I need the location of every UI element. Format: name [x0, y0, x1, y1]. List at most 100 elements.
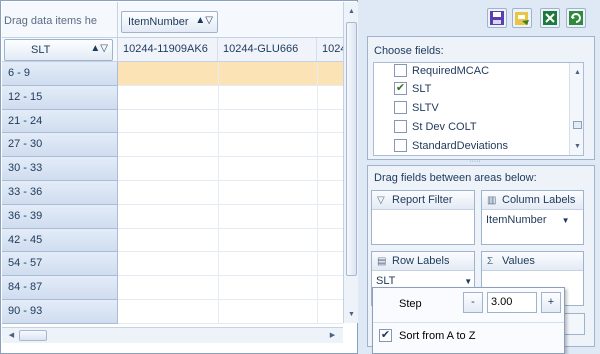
field-item-slt[interactable]: ✔ SLT — [394, 79, 431, 98]
data-row[interactable] — [118, 299, 343, 324]
row-labels-header: ▤ Row Labels — [372, 252, 474, 271]
sort-a-to-z-label[interactable]: Sort from A to Z — [399, 330, 475, 342]
report-filter-header: ▽ Report Filter — [372, 191, 474, 210]
field-checkbox-checked[interactable]: ✔ — [394, 82, 407, 95]
data-row[interactable] — [118, 133, 343, 158]
field-list-scroll-thumb[interactable] — [573, 121, 582, 129]
column-field-chip-itemnumber[interactable]: ItemNumber ▲▽ — [121, 11, 218, 33]
chevron-down-icon[interactable]: ▼ — [562, 216, 570, 225]
row-labels-item-label: SLT — [376, 275, 396, 287]
column-labels-zone[interactable]: ▥ Column Labels ItemNumber ▼ — [481, 190, 584, 245]
scroll-left-icon[interactable]: ◀ — [4, 328, 19, 343]
horizontal-scrollbar[interactable]: ◀ ▶ — [2, 327, 343, 343]
filter-icon: ▽ — [377, 195, 385, 206]
refresh-button[interactable] — [566, 8, 586, 28]
drag-data-area: Drag data items he — [2, 2, 118, 38]
field-label: St Dev COLT — [412, 120, 477, 133]
splitter-grip-icon[interactable]: ····· — [460, 158, 490, 165]
values-label: Values — [502, 255, 535, 267]
row-header[interactable]: 42 - 45 — [2, 228, 118, 253]
column-labels-icon: ▥ — [487, 195, 497, 206]
choose-fields-title: Choose fields: — [374, 45, 444, 57]
row-field-chip-slt[interactable]: SLT ▲▽ — [4, 39, 113, 61]
row-header[interactable]: 90 - 93 — [2, 299, 118, 324]
field-checkbox[interactable] — [394, 101, 407, 114]
row-header[interactable]: 12 - 15 — [2, 85, 118, 110]
column-values-header: 10244-11909AK6 10244-GLU666 10244 — [118, 38, 343, 62]
sigma-icon: Σ — [487, 256, 494, 267]
sort-filter-icon[interactable]: ▲▽ — [195, 15, 213, 26]
data-row[interactable] — [118, 157, 343, 181]
data-row[interactable] — [118, 109, 343, 134]
scroll-up-icon[interactable]: ▲ — [344, 4, 359, 19]
field-item-sltv[interactable]: SLTV — [394, 98, 439, 117]
step-increment-button[interactable]: + — [541, 292, 561, 313]
row-labels-label: Row Labels — [392, 255, 450, 267]
step-input[interactable]: 3.00 — [487, 292, 537, 313]
field-item-requiredmcac[interactable]: RequiredMCAC — [394, 63, 489, 80]
areas-title: Drag fields between areas below: — [374, 172, 537, 184]
save-layout-icon — [515, 12, 529, 25]
row-header[interactable]: 84 - 87 — [2, 276, 118, 300]
field-list[interactable]: RequiredMCAC ✔ SLT SLTV St Dev COLT Stand… — [373, 62, 584, 156]
row-header[interactable]: 54 - 57 — [2, 252, 118, 277]
step-label: Step — [399, 298, 422, 310]
row-header[interactable]: 27 - 30 — [2, 133, 118, 158]
column-value-header[interactable]: 10244-11909AK6 — [118, 38, 218, 61]
pivot-grid[interactable]: Drag data items he ItemNumber ▲▽ SLT ▲▽ … — [0, 0, 358, 354]
vertical-scrollbar[interactable]: ▲ ▼ — [343, 2, 358, 323]
field-list-scrollbar[interactable]: ▲ ▼ — [569, 63, 583, 155]
data-row[interactable] — [118, 180, 343, 205]
save-layout-button[interactable] — [512, 8, 532, 28]
values-header: Σ Values — [482, 252, 583, 271]
field-checkbox[interactable] — [394, 120, 407, 133]
field-checkbox[interactable] — [394, 139, 407, 152]
row-field-area: SLT ▲▽ — [2, 38, 118, 62]
column-labels-item[interactable]: ItemNumber ▼ — [486, 214, 570, 226]
vertical-scroll-thumb[interactable] — [346, 22, 357, 276]
field-label: SLT — [412, 82, 432, 95]
step-stepper: - 3.00 + — [463, 292, 561, 313]
save-icon — [490, 11, 504, 25]
scroll-right-icon[interactable]: ▶ — [325, 328, 340, 343]
column-value-header[interactable]: 10244 — [317, 38, 343, 61]
field-item-st-dev-colt[interactable]: St Dev COLT — [394, 117, 477, 136]
field-label: SLTV — [412, 101, 439, 114]
report-filter-zone[interactable]: ▽ Report Filter — [371, 190, 475, 245]
data-row[interactable] — [118, 228, 343, 253]
row-headers: 6 - 9 12 - 15 21 - 24 27 - 30 30 - 33 33… — [2, 62, 118, 324]
row-labels-item[interactable]: SLT ▼ — [376, 275, 472, 287]
export-excel-button[interactable] — [540, 8, 560, 28]
sort-filter-icon[interactable]: ▲▽ — [90, 43, 108, 54]
scroll-down-icon[interactable]: ▼ — [570, 139, 583, 154]
column-labels-header: ▥ Column Labels — [482, 191, 583, 210]
report-filter-label: Report Filter — [392, 194, 453, 206]
export-excel-icon — [543, 11, 557, 25]
horizontal-scroll-thumb[interactable] — [19, 330, 47, 341]
chevron-down-icon[interactable]: ▼ — [464, 277, 472, 286]
field-checkbox[interactable] — [394, 64, 407, 77]
column-field-area: ItemNumber ▲▽ — [118, 2, 343, 38]
data-row[interactable] — [118, 62, 343, 86]
data-row[interactable] — [118, 85, 343, 110]
update-button[interactable] — [563, 313, 585, 335]
data-row[interactable] — [118, 204, 343, 229]
save-button[interactable] — [487, 8, 507, 28]
column-field-label: ItemNumber — [128, 16, 189, 28]
row-header[interactable]: 21 - 24 — [2, 109, 118, 134]
field-item-standarddeviations[interactable]: StandardDeviations — [394, 136, 508, 155]
column-value-header[interactable]: 10244-GLU666 — [218, 38, 317, 61]
row-header[interactable]: 30 - 33 — [2, 157, 118, 181]
data-row[interactable] — [118, 276, 343, 300]
row-header[interactable]: 6 - 9 — [2, 62, 118, 86]
data-row[interactable] — [118, 252, 343, 277]
scroll-up-icon[interactable]: ▲ — [570, 65, 583, 80]
row-field-label: SLT — [31, 44, 51, 56]
column-labels-item-label: ItemNumber — [486, 214, 547, 226]
scroll-down-icon[interactable]: ▼ — [344, 307, 359, 322]
step-decrement-button[interactable]: - — [463, 292, 483, 313]
data-cells[interactable] — [118, 62, 343, 324]
sort-checkbox[interactable]: ✔ — [379, 329, 392, 342]
row-header[interactable]: 33 - 36 — [2, 180, 118, 205]
row-header[interactable]: 36 - 39 — [2, 204, 118, 229]
